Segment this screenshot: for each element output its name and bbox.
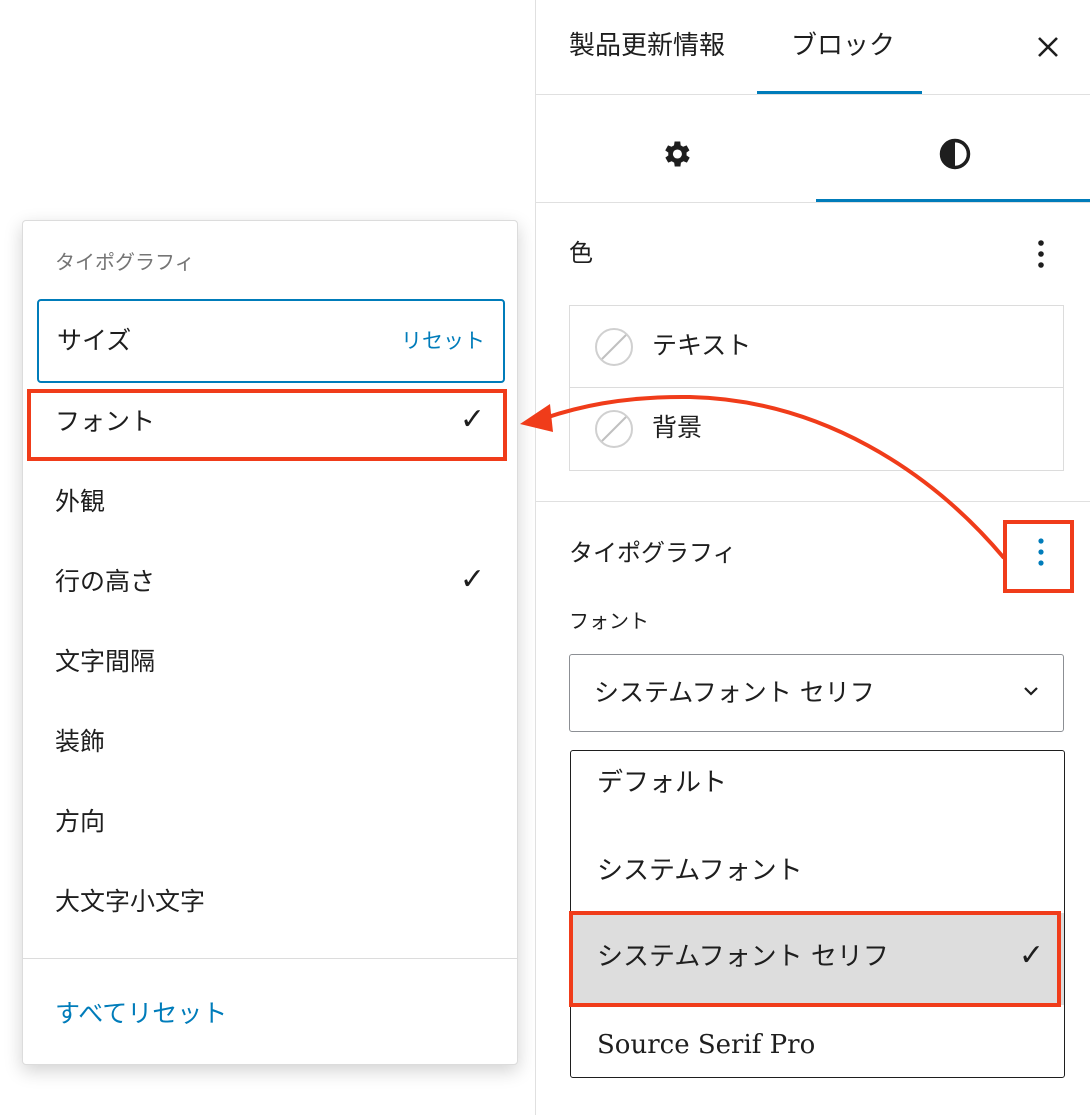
- font-option-label: デフォルト: [597, 768, 728, 798]
- menu-item-label: 文字間隔: [55, 647, 156, 676]
- highlight-box-options: [1003, 520, 1074, 593]
- menu-item-letter-case[interactable]: 大文字小文字: [37, 863, 505, 943]
- color-options-button[interactable]: [1021, 234, 1061, 274]
- close-sidebar-button[interactable]: [1033, 27, 1063, 67]
- menu-item-label: 行の高さ: [55, 567, 156, 596]
- popover-divider: [23, 958, 517, 959]
- menu-item-label: 大文字小文字: [55, 887, 206, 916]
- gear-icon: [665, 141, 690, 167]
- panel-divider: [536, 501, 1090, 502]
- typography-options-popover: タイポグラフィ サイズ リセット フォント ✓ 外観 行の高さ ✓ 文字間隔 装…: [22, 220, 518, 1065]
- active-subtab-indicator: [816, 199, 1090, 202]
- active-tab-indicator: [757, 91, 922, 94]
- color-item-label: 背景: [652, 413, 703, 442]
- tab-settings[interactable]: [536, 95, 816, 203]
- popover-heading: タイポグラフィ: [55, 250, 195, 274]
- menu-item-label: 装飾: [55, 727, 106, 756]
- tab-product-info[interactable]: 製品更新情報: [569, 28, 725, 64]
- chevron-down-icon: [1024, 687, 1038, 696]
- font-family-label: フォント: [569, 609, 649, 633]
- menu-item-label: 方向: [55, 807, 106, 836]
- typography-panel-title: タイポグラフィ: [569, 539, 737, 567]
- menu-item-line-height[interactable]: 行の高さ ✓: [37, 543, 505, 623]
- more-vertical-icon: [1038, 240, 1044, 268]
- block-inspector-tabs: [536, 95, 1090, 203]
- highlight-box-selected-font: [569, 911, 1061, 1007]
- empty-swatch-icon: [595, 410, 633, 448]
- font-option-label: システムフォント: [597, 856, 803, 886]
- menu-item-letter-spacing[interactable]: 文字間隔: [37, 623, 505, 703]
- color-settings-list: テキスト 背景: [569, 305, 1064, 471]
- reset-size-link[interactable]: リセット: [401, 327, 485, 355]
- color-item-text[interactable]: テキスト: [570, 306, 1063, 388]
- close-icon: [1038, 37, 1058, 57]
- selected-font-value: システムフォント セリフ: [594, 678, 875, 707]
- tab-styles[interactable]: [816, 95, 1090, 203]
- menu-item-size[interactable]: サイズ リセット: [37, 299, 505, 383]
- font-option[interactable]: デフォルト: [571, 751, 1064, 839]
- color-item-background[interactable]: 背景: [570, 388, 1063, 470]
- sidebar-tabs: 製品更新情報 ブロック: [536, 0, 1090, 95]
- contrast-icon: [939, 138, 971, 170]
- font-option-label: Source Serif Pro: [597, 1030, 816, 1060]
- reset-all-button[interactable]: すべてリセット: [55, 997, 227, 1031]
- check-icon: ✓: [459, 562, 485, 597]
- font-family-select[interactable]: システムフォント セリフ: [569, 654, 1064, 732]
- color-item-label: テキスト: [652, 331, 752, 360]
- font-option[interactable]: Source Serif Pro: [571, 1007, 1064, 1077]
- menu-item-label: サイズ: [57, 326, 132, 355]
- tab-block[interactable]: ブロック: [791, 28, 895, 64]
- empty-swatch-icon: [595, 328, 633, 366]
- color-panel-title: 色: [569, 239, 593, 267]
- menu-item-decoration[interactable]: 装飾: [37, 703, 505, 783]
- menu-item-appearance[interactable]: 外観: [37, 463, 505, 543]
- menu-item-label: 外観: [55, 487, 106, 516]
- menu-item-orientation[interactable]: 方向: [37, 783, 505, 863]
- highlight-box-font-item: [27, 389, 507, 461]
